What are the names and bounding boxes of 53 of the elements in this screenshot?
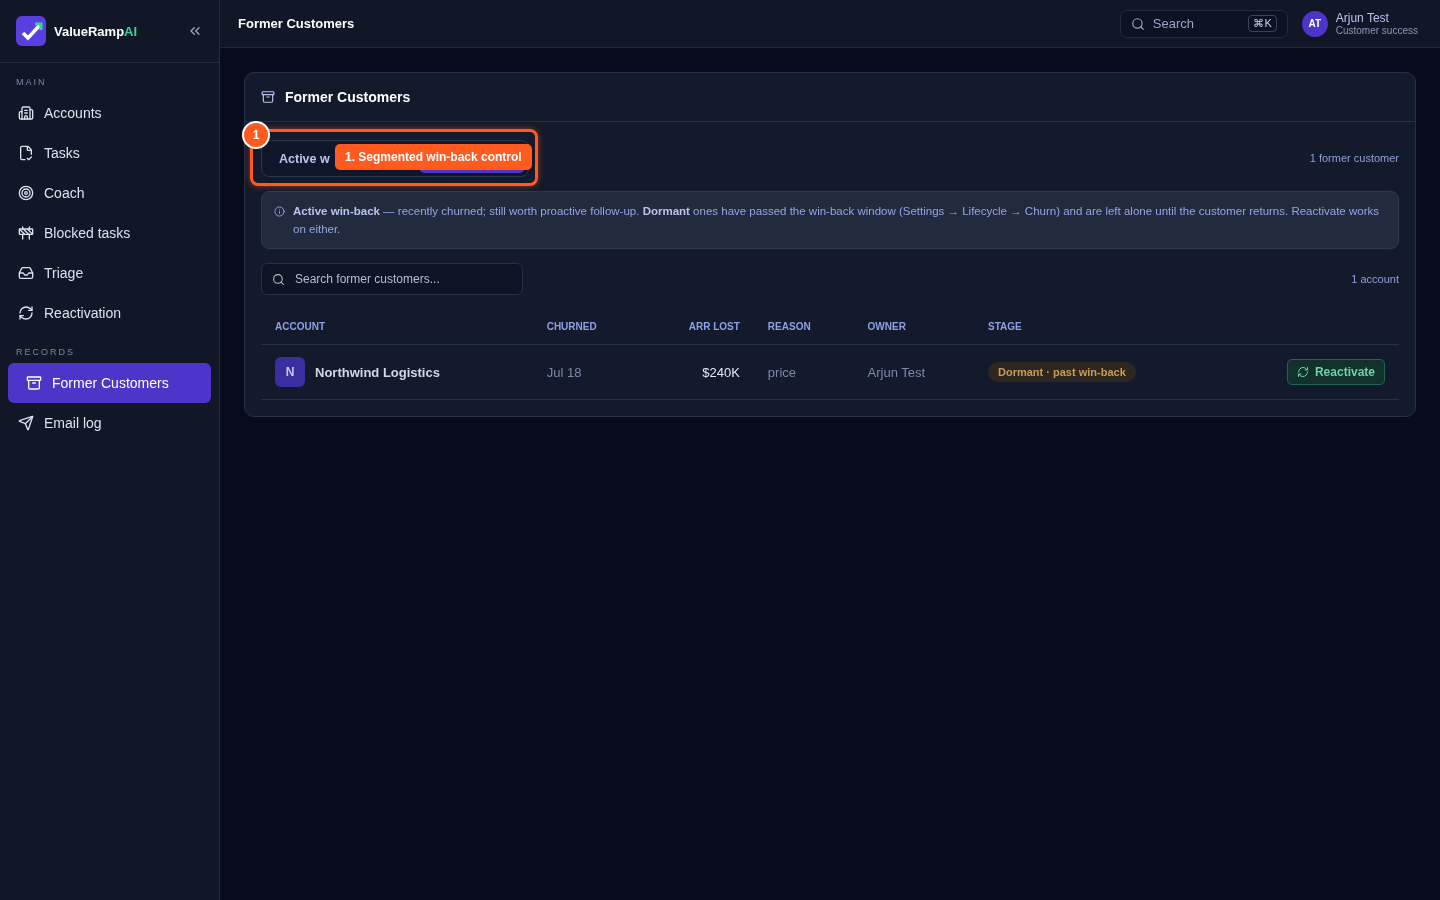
refresh-icon [18,305,34,321]
account-name[interactable]: Northwind Logistics [315,364,440,380]
card-title: Former Customers [285,89,411,105]
brand-name: ValueRampAI [54,23,139,39]
user-avatar[interactable]: AT [1301,10,1328,37]
target-icon [18,185,34,201]
user-name: Arjun Test [1335,11,1390,25]
customer-count: 1 former customer [1309,151,1399,164]
annotation-tooltip: 1. Segmented win-back control [335,144,532,170]
info-icon [274,206,285,217]
sidebar-item[interactable]: Triage [8,253,211,293]
sidebar-item[interactable]: Former Customers [8,363,211,403]
sidebar-item[interactable]: Tasks [8,133,211,173]
table-cell: Arjun Test [853,344,974,400]
send-icon [18,415,34,431]
table-cell: price [753,344,854,400]
search-field[interactable]: Search former customers... [261,263,523,295]
reactivate-button[interactable]: Reactivate [1286,359,1385,385]
search-icon [1130,16,1145,31]
column-header: ACCOUNT [261,309,533,345]
column-header: REASON [753,309,854,345]
info-text: Active win-back — recently churned; still worth proactive follow-up. Dormant ones have passed the win-back window (Settings → Lifecycle → Churn) and are left alone until the customer returns. Reactivate works on either. [293,204,1380,237]
search-icon [272,272,285,286]
clipboard-check-icon [18,145,34,161]
logo-icon [16,16,46,46]
column-header: CHURNED [532,309,643,345]
archive-icon [26,375,42,391]
page-title: Former Customers [238,16,356,31]
building-icon [18,105,34,121]
user-role: Customer success [1335,25,1418,36]
result-count: 1 account [1351,273,1399,285]
account-initial: N [275,357,305,387]
search-input[interactable]: Search former customers... [293,271,512,287]
archive-icon [261,90,275,104]
inbox-icon [18,265,34,281]
table-cell: $240K [702,364,740,380]
sidebar-item[interactable]: Email log [8,403,211,443]
sidebar-item[interactable]: Accounts [8,93,211,133]
stage-badge: Dormant · past win-back [988,362,1136,382]
annotation-number: 1 [242,121,270,149]
sidebar-item[interactable]: Blocked tasks [8,213,211,253]
column-header: OWNER [853,309,974,345]
shortcut-key: ⌘K [1248,15,1277,32]
column-header: STAGE [974,309,1222,345]
barrier-icon [18,225,34,241]
search-field[interactable]: Search ⌘K [1119,9,1288,38]
sidebar-item[interactable]: Coach [8,173,211,213]
table-cell: Jul 18 [532,344,643,400]
refresh-icon [1296,366,1309,378]
sidebar-item[interactable]: Reactivation [8,293,211,333]
column-header: ARR LOST [642,309,754,345]
section-title: MAIN [15,76,48,89]
section-title: RECORDS [15,346,76,359]
